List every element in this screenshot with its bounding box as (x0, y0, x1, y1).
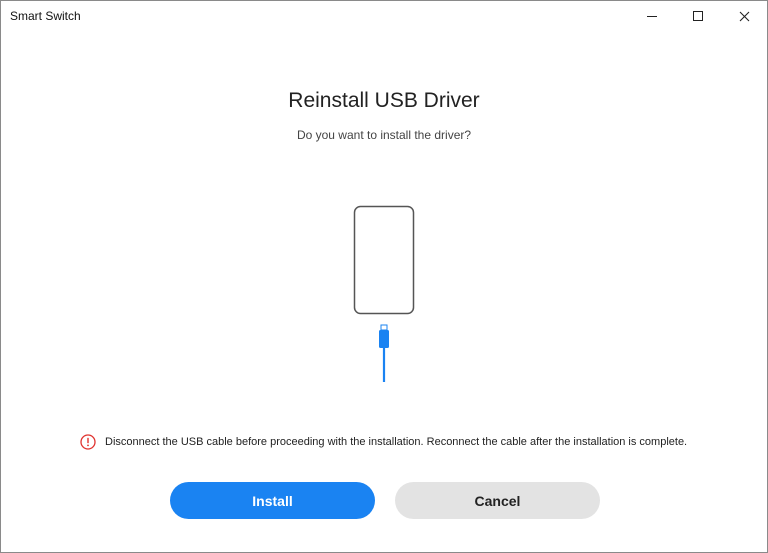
minimize-icon (647, 15, 657, 17)
close-button[interactable] (721, 1, 767, 31)
phone-outline-icon (353, 205, 415, 315)
cancel-button[interactable]: Cancel (395, 482, 600, 519)
maximize-icon (693, 11, 703, 21)
phone-usb-illustration (353, 205, 415, 382)
warning-text: Disconnect the USB cable before proceedi… (105, 436, 688, 448)
dialog-subheading: Do you want to install the driver? (296, 128, 472, 142)
exclamation-circle-icon (80, 434, 96, 450)
usb-cable-icon (379, 324, 389, 382)
title-bar[interactable]: Smart Switch (1, 1, 767, 31)
close-icon (739, 11, 749, 21)
dialog-heading: Reinstall USB Driver (288, 89, 480, 112)
smart-switch-window: Smart Switch Reinstall USB Driver Do you… (0, 0, 768, 553)
app-title: Smart Switch (10, 9, 81, 23)
install-button[interactable]: Install (170, 482, 375, 519)
minimize-button[interactable] (629, 1, 675, 31)
warning-message: Disconnect the USB cable before proceedi… (80, 433, 747, 451)
maximize-button[interactable] (675, 1, 721, 31)
